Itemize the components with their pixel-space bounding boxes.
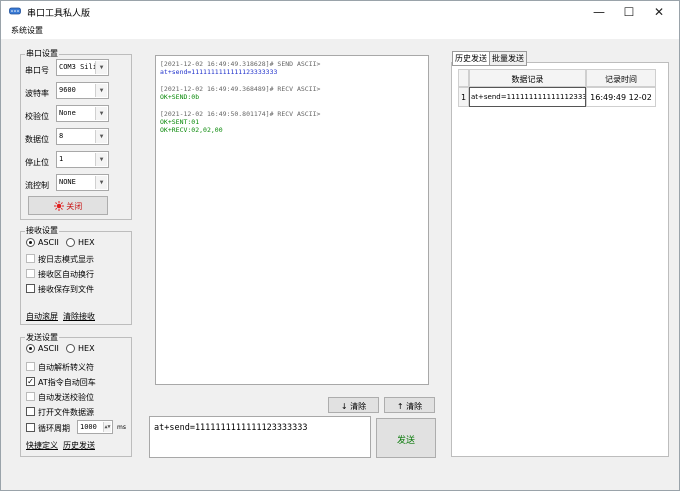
chevron-down-icon: ▼ — [95, 176, 107, 189]
clear-receive-link[interactable]: 清除接收 — [63, 311, 95, 322]
receive-settings-title: 接收设置 — [25, 225, 59, 236]
flow-label: 流控制 — [25, 181, 49, 190]
log-mode-label: 按日志模式显示 — [38, 255, 94, 264]
loop-label: 循环周期 — [38, 424, 70, 433]
history-panel — [451, 62, 669, 457]
clear-down-button[interactable]: ↓ 清除 — [328, 397, 379, 413]
flow-select[interactable]: NONE ▼ — [56, 174, 109, 191]
send-ascii-label: ASCII — [38, 344, 59, 353]
grid-corner — [458, 69, 469, 87]
auto-newline-label: 接收区自动换行 — [38, 270, 94, 279]
maximize-button[interactable]: ☐ — [614, 1, 644, 23]
parity-label: 校验位 — [25, 112, 49, 121]
stopbits-label: 停止位 — [25, 158, 49, 167]
databits-label: 数据位 — [25, 135, 49, 144]
send-input[interactable]: at+send=1111111111111123333333 — [149, 416, 371, 458]
receive-log[interactable]: [2021-12-02 16:49:49.318628]# SEND ASCII… — [155, 55, 429, 385]
column-header-time[interactable]: 记录时间 — [586, 69, 656, 87]
chevron-down-icon: ▼ — [95, 130, 107, 143]
save-file-label: 接收保存到文件 — [38, 285, 94, 294]
send-ascii-radio[interactable] — [26, 344, 35, 353]
minimize-button[interactable]: — — [584, 1, 614, 23]
baud-select[interactable]: 9600 ▼ — [56, 82, 109, 99]
close-window-button[interactable]: ✕ — [644, 1, 674, 23]
loop-checkbox[interactable] — [26, 423, 35, 432]
chevron-down-icon: ▼ — [95, 153, 107, 166]
file-source-checkbox[interactable] — [26, 407, 35, 416]
databits-select[interactable]: 8 ▼ — [56, 128, 109, 145]
log-entry-line: OK+SENT:01 — [160, 118, 200, 126]
at-crlf-label: AT指令自动回车 — [38, 378, 96, 387]
tab-batch-send[interactable]: 批量发送 — [489, 51, 527, 66]
menu-bar — [1, 23, 679, 39]
stopbits-select[interactable]: 1 ▼ — [56, 151, 109, 168]
auto-scroll-link[interactable]: 自动滚屏 — [26, 311, 58, 322]
checksum-checkbox[interactable] — [26, 392, 35, 401]
escape-label: 自动解析转义符 — [38, 363, 94, 372]
send-hex-radio[interactable] — [66, 344, 75, 353]
chevron-down-icon: ▼ — [95, 84, 107, 97]
log-entry-line: at+send=1111111111111123333333 — [160, 68, 278, 76]
save-file-checkbox[interactable] — [26, 284, 35, 293]
chevron-down-icon: ▼ — [95, 61, 107, 74]
receive-ascii-label: ASCII — [38, 238, 59, 247]
port-select[interactable]: COM3 Sili ▼ — [56, 59, 109, 76]
auto-newline-checkbox[interactable] — [26, 269, 35, 278]
file-source-label: 打开文件数据源 — [38, 408, 94, 417]
loop-unit: ms — [117, 424, 126, 431]
row-index: 1 — [458, 87, 469, 107]
log-entry-header: [2021-12-02 16:49:49.368489]# RECV ASCII… — [160, 85, 321, 93]
loop-interval-input[interactable]: 1000 ▲▼ — [77, 420, 113, 434]
serial-settings-title: 串口设置 — [25, 48, 59, 59]
log-mode-checkbox[interactable] — [26, 254, 35, 263]
menu-system-settings[interactable]: 系统设置 — [11, 25, 43, 36]
baud-label: 波特率 — [25, 89, 49, 98]
log-entries: [2021-12-02 16:49:49.318628]# SEND ASCII… — [160, 60, 424, 134]
sun-icon — [53, 201, 64, 211]
send-hex-label: HEX — [78, 344, 95, 353]
receive-ascii-radio[interactable] — [26, 238, 35, 247]
window-title: 串口工具私人版 — [27, 9, 91, 19]
close-port-button[interactable]: 关闭 — [28, 196, 108, 215]
history-row-data[interactable]: at+send=1111111111111123333333 — [469, 87, 586, 107]
history-row-time[interactable]: 16:49:49 12-02 — [586, 87, 656, 107]
log-entry: [2021-12-02 16:49:49.318628]# SEND ASCII… — [160, 60, 424, 76]
chevron-down-icon: ▼ — [95, 107, 107, 120]
send-button[interactable]: 发送 — [376, 418, 436, 458]
log-entry-header: [2021-12-02 16:49:49.318628]# SEND ASCII… — [160, 60, 321, 68]
log-entry: [2021-12-02 16:49:49.368489]# RECV ASCII… — [160, 85, 424, 101]
checksum-label: 自动发送校验位 — [38, 393, 94, 402]
receive-hex-label: HEX — [78, 238, 95, 247]
stepper-icon: ▲▼ — [103, 422, 111, 432]
log-entry-line: OK+SEND:0b — [160, 93, 200, 101]
clear-up-button[interactable]: ↑ 清除 — [384, 397, 435, 413]
send-settings-title: 发送设置 — [25, 332, 59, 343]
at-crlf-checkbox[interactable]: ✓ — [26, 377, 35, 386]
app-window: 串口工具私人版 — ☐ ✕ 系统设置 串口设置 串口号 COM3 Sili ▼ 波… — [0, 0, 680, 491]
log-entry: [2021-12-02 16:49:50.801174]# RECV ASCII… — [160, 110, 424, 134]
close-port-label: 关闭 — [66, 202, 83, 211]
shortcut-define-link[interactable]: 快捷定义 — [26, 440, 58, 451]
column-header-data[interactable]: 数据记录 — [469, 69, 586, 87]
parity-select[interactable]: None ▼ — [56, 105, 109, 122]
log-entry-header: [2021-12-02 16:49:50.801174]# RECV ASCII… — [160, 110, 321, 118]
title-bar — [1, 1, 679, 23]
log-entry-line: OK+RECV:02,02,00 — [160, 126, 223, 134]
escape-checkbox[interactable] — [26, 362, 35, 371]
tab-history-send[interactable]: 历史发送 — [452, 51, 490, 66]
receive-hex-radio[interactable] — [66, 238, 75, 247]
history-send-link[interactable]: 历史发送 — [63, 440, 95, 451]
serial-port-icon — [9, 7, 21, 15]
port-label: 串口号 — [25, 66, 49, 75]
